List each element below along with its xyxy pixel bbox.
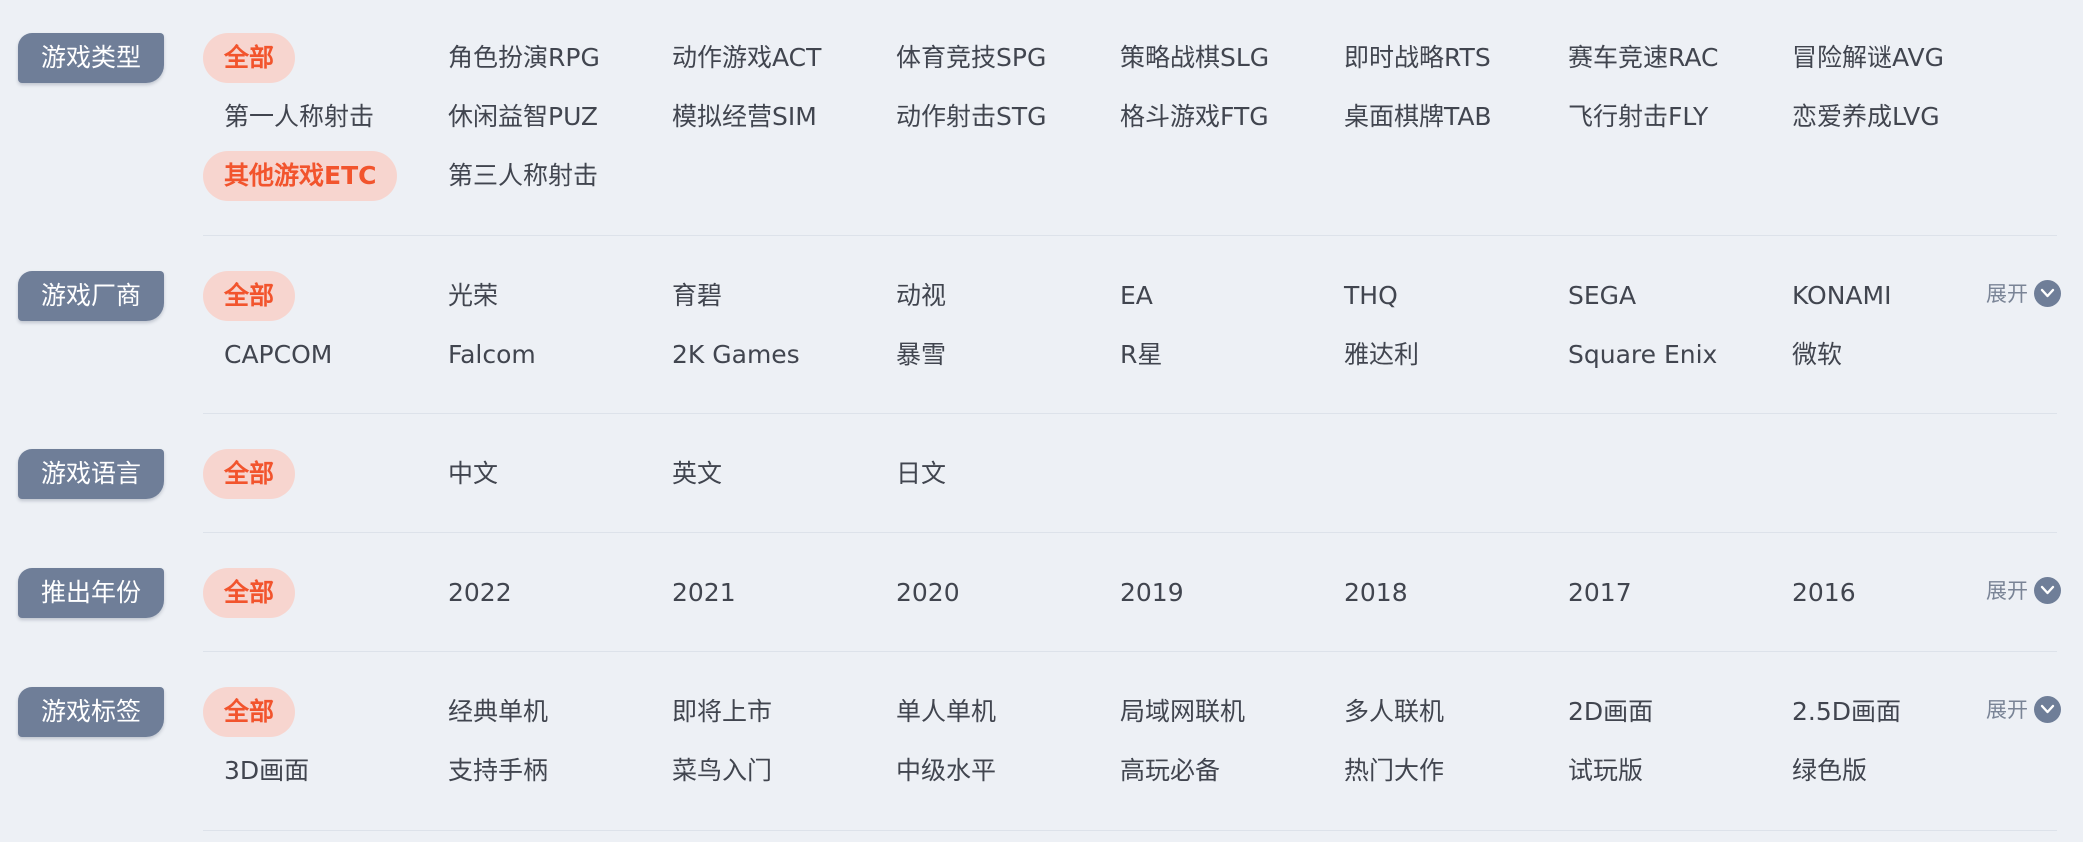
language-option-chinese[interactable]: 中文 (448, 449, 498, 499)
genre-option-act[interactable]: 动作游戏ACT (672, 33, 821, 83)
year-option-2017[interactable]: 2017 (1568, 568, 1632, 618)
tag-option-demo[interactable]: 试玩版 (1568, 746, 1643, 796)
chevron-down-icon (2034, 576, 2061, 604)
tag-option-beginner[interactable]: 菜鸟入门 (672, 746, 772, 796)
genre-option-fly[interactable]: 飞行射击FLY (1568, 92, 1708, 142)
genre-option-etc[interactable]: 其他游戏ETC (203, 151, 398, 201)
publisher-option-activision[interactable]: 动视 (896, 271, 946, 321)
publisher-option-falcom[interactable]: Falcom (448, 330, 536, 380)
genre-option-sim[interactable]: 模拟经营SIM (672, 92, 817, 142)
publisher-option-thq[interactable]: THQ (1344, 271, 1398, 321)
publisher-option-atari[interactable]: 雅达利 (1344, 330, 1419, 380)
genre-option-rts[interactable]: 即时战略RTS (1344, 33, 1491, 83)
year-option-2021[interactable]: 2021 (672, 568, 736, 618)
tag-option-2d[interactable]: 2D画面 (1568, 687, 1653, 737)
filter-label-genre: 游戏类型 (18, 33, 164, 83)
publisher-option-square-enix[interactable]: Square Enix (1568, 330, 1717, 380)
genre-option-puz[interactable]: 休闲益智PUZ (448, 92, 598, 142)
genre-option-tab[interactable]: 桌面棋牌TAB (1344, 92, 1492, 142)
chevron-down-icon (2034, 279, 2061, 307)
genre-option-lvg[interactable]: 恋爱养成LVG (1792, 92, 1940, 142)
publisher-option-2k-games[interactable]: 2K Games (672, 330, 800, 380)
tag-option-gamepad[interactable]: 支持手柄 (448, 746, 548, 796)
year-option-all[interactable]: 全部 (203, 568, 296, 618)
tag-option-popular[interactable]: 热门大作 (1344, 746, 1444, 796)
tags-expand-button[interactable]: 展开 (1986, 695, 2061, 725)
expand-label: 展开 (1986, 698, 2028, 722)
publisher-option-microsoft[interactable]: 微软 (1792, 330, 1842, 380)
tag-option-3d[interactable]: 3D画面 (224, 746, 309, 796)
filter-label-tags: 游戏标签 (18, 687, 164, 737)
language-option-all[interactable]: 全部 (203, 449, 296, 499)
filter-label-publisher: 游戏厂商 (18, 271, 164, 321)
tag-option-portable[interactable]: 绿色版 (1792, 746, 1867, 796)
year-option-2019[interactable]: 2019 (1120, 568, 1184, 618)
tag-option-intermediate[interactable]: 中级水平 (896, 746, 996, 796)
publisher-option-all[interactable]: 全部 (203, 271, 296, 321)
filter-label-year: 推出年份 (18, 568, 164, 618)
year-option-2016[interactable]: 2016 (1792, 568, 1856, 618)
publisher-option-konami[interactable]: KONAMI (1792, 271, 1891, 321)
genre-option-rpg[interactable]: 角色扮演RPG (448, 33, 600, 83)
chevron-down-icon (2034, 695, 2061, 723)
tag-option-multiplayer[interactable]: 多人联机 (1344, 687, 1444, 737)
tag-option-lan[interactable]: 局域网联机 (1120, 687, 1245, 737)
expand-label: 展开 (1986, 579, 2028, 603)
tag-option-single-player[interactable]: 单人单机 (896, 687, 996, 737)
genre-option-fps[interactable]: 第一人称射击 (224, 92, 374, 142)
tag-option-expert[interactable]: 高玩必备 (1120, 746, 1220, 796)
publisher-option-ubisoft[interactable]: 育碧 (672, 271, 722, 321)
row-divider (203, 235, 2057, 236)
game-filter-panel: 游戏类型 全部 角色扮演RPG 动作游戏ACT 体育竞技SPG 策略战棋SLG … (0, 0, 2083, 842)
row-divider (203, 532, 2057, 533)
year-option-2018[interactable]: 2018 (1344, 568, 1408, 618)
publisher-option-ea[interactable]: EA (1120, 271, 1153, 321)
filter-label-language: 游戏语言 (18, 449, 164, 499)
genre-option-spg[interactable]: 体育竞技SPG (896, 33, 1046, 83)
genre-option-slg[interactable]: 策略战棋SLG (1120, 33, 1269, 83)
row-divider (203, 651, 2057, 652)
language-option-japanese[interactable]: 日文 (896, 449, 946, 499)
tag-option-all[interactable]: 全部 (203, 687, 296, 737)
genre-option-all[interactable]: 全部 (203, 33, 296, 83)
genre-option-stg[interactable]: 动作射击STG (896, 92, 1047, 142)
year-expand-button[interactable]: 展开 (1986, 576, 2061, 606)
publisher-option-sega[interactable]: SEGA (1568, 271, 1636, 321)
row-divider (203, 830, 2057, 831)
language-option-english[interactable]: 英文 (672, 449, 722, 499)
publisher-option-capcom[interactable]: CAPCOM (224, 330, 332, 380)
tag-option-upcoming[interactable]: 即将上市 (672, 687, 772, 737)
publisher-option-blizzard[interactable]: 暴雪 (896, 330, 946, 380)
publisher-expand-button[interactable]: 展开 (1986, 279, 2061, 309)
year-option-2022[interactable]: 2022 (448, 568, 512, 618)
genre-option-avg[interactable]: 冒险解谜AVG (1792, 33, 1944, 83)
row-divider (203, 413, 2057, 414)
publisher-option-koei[interactable]: 光荣 (448, 271, 498, 321)
year-option-2020[interactable]: 2020 (896, 568, 960, 618)
genre-option-ftg[interactable]: 格斗游戏FTG (1120, 92, 1269, 142)
genre-option-rac[interactable]: 赛车竞速RAC (1568, 33, 1718, 83)
tag-option-classic[interactable]: 经典单机 (448, 687, 548, 737)
genre-option-tps[interactable]: 第三人称射击 (448, 151, 598, 201)
tag-option-2-5d[interactable]: 2.5D画面 (1792, 687, 1901, 737)
publisher-option-rockstar[interactable]: R星 (1120, 330, 1162, 380)
expand-label: 展开 (1986, 282, 2028, 306)
